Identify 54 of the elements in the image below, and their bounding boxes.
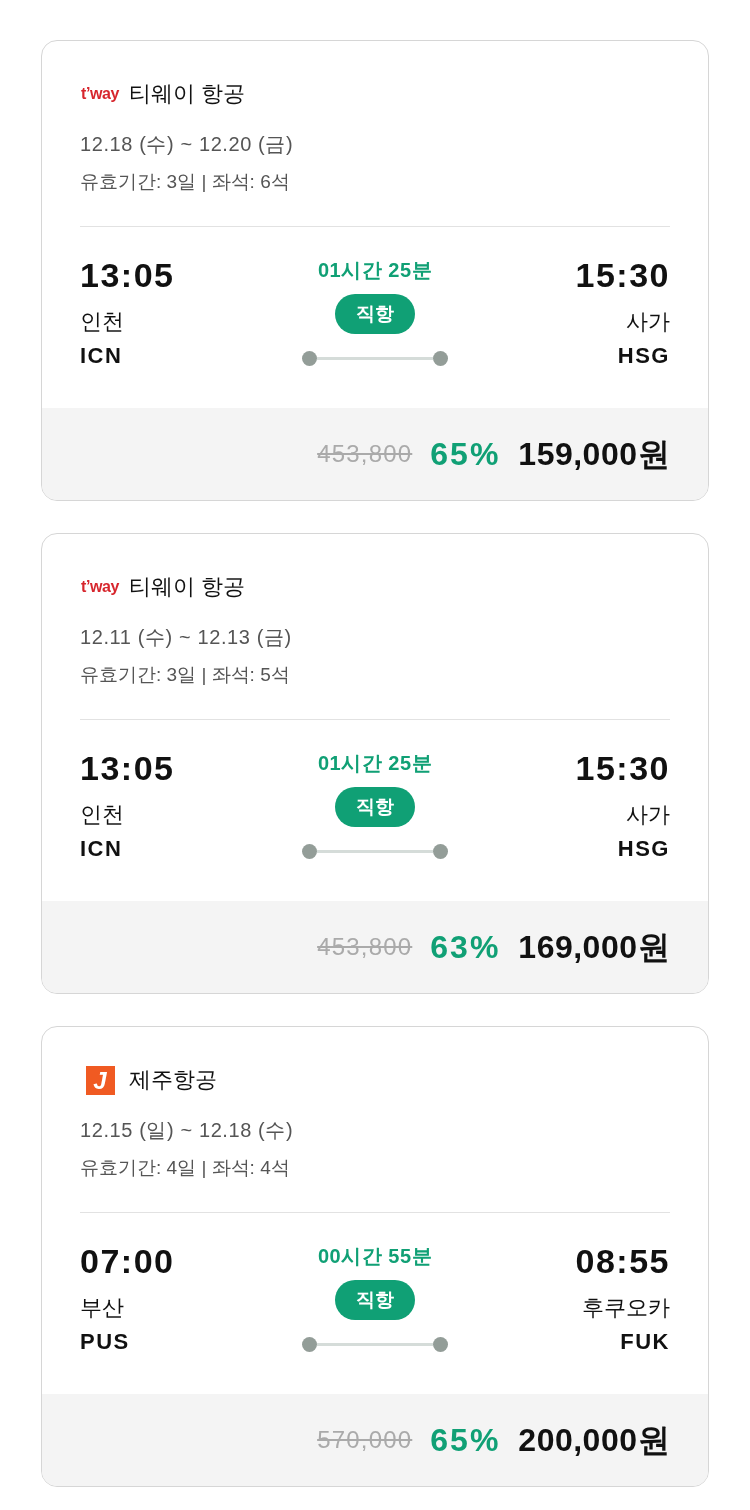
direct-flight-badge: 직항: [335, 1280, 415, 1320]
airport-code-text: HSG: [617, 835, 670, 863]
flight-card[interactable]: J 제주항공 12.15 (일) ~ 12.18 (수) 유효기간: 4일 | 좌석: 4석 07:00 부산 PUS 00시간 55분 직항 08:55 후쿠오카 FUK 570,000 65% 200,000원: [41, 1026, 709, 1487]
flight-card[interactable]: t’way 티웨이 항공 12.11 (수) ~ 12.13 (금) 유효기간: 3일 | 좌석: 5석 13:05 인천 ICN 01시간 25분 직항 15:30 사가 HSG 453,800 63% 169,000원: [41, 533, 709, 994]
stop-dot-icon: [433, 351, 448, 366]
price-text: 159,000원: [518, 435, 670, 474]
price-text: 169,000원: [518, 928, 670, 967]
time-text: 15:30: [575, 255, 670, 295]
price-text: 200,000원: [518, 1421, 670, 1460]
time-text: 15:30: [575, 748, 670, 788]
airline-logo: J: [85, 1065, 115, 1095]
airline-logo: t’way: [81, 577, 119, 597]
duration-text: 01시간 25분: [317, 258, 433, 283]
stop-dot-icon: [433, 1337, 448, 1352]
airline-logo: t’way: [81, 84, 119, 104]
duration-text: 01시간 25분: [317, 751, 433, 776]
city-text: 사가: [626, 801, 670, 829]
original-price-text: 453,800: [317, 439, 413, 469]
airport-code-text: PUS: [80, 1328, 130, 1356]
flight-card[interactable]: t’way 티웨이 항공 12.18 (수) ~ 12.20 (금) 유효기간: 3일 | 좌석: 6석 13:05 인천 ICN 01시간 25분 직항 15:30 사가 HSG 453,800 65% 159,000원: [41, 40, 709, 501]
direct-flight-badge: 직항: [335, 787, 415, 827]
stop-dot-icon: [302, 1337, 317, 1352]
city-text: 사가: [626, 308, 670, 336]
direct-flight-badge: 직항: [335, 294, 415, 334]
validity-seats-text: 유효기간: 4일 | 좌석: 4석: [80, 1156, 291, 1180]
validity-seats-text: 유효기간: 3일 | 좌석: 5석: [80, 663, 291, 687]
discount-text: 65%: [430, 1421, 501, 1460]
airline-name: 제주항공: [129, 1066, 217, 1094]
stop-dot-icon: [302, 844, 317, 859]
city-text: 인천: [80, 801, 124, 829]
discount-text: 65%: [430, 435, 501, 474]
date-range-text: 12.11 (수) ~ 12.13 (금): [80, 625, 293, 650]
airport-code-text: ICN: [80, 835, 123, 863]
city-text: 인천: [80, 308, 124, 336]
stop-dot-icon: [433, 844, 448, 859]
original-price-text: 570,000: [317, 1425, 413, 1455]
airport-code-text: FUK: [620, 1328, 670, 1356]
original-price-text: 453,800: [317, 932, 413, 962]
date-range-text: 12.18 (수) ~ 12.20 (금): [80, 132, 295, 157]
duration-text: 00시간 55분: [317, 1244, 433, 1269]
airline-name: 티웨이 항공: [129, 80, 246, 108]
time-text: 13:05: [80, 748, 175, 788]
time-text: 07:00: [80, 1241, 175, 1281]
time-text: 08:55: [575, 1241, 670, 1281]
airport-code-text: HSG: [617, 342, 670, 370]
city-text: 후쿠오카: [582, 1294, 670, 1322]
airline-name: 티웨이 항공: [129, 573, 246, 601]
stop-dot-icon: [302, 351, 317, 366]
airport-code-text: ICN: [80, 342, 123, 370]
time-text: 13:05: [80, 255, 175, 295]
date-range-text: 12.15 (일) ~ 12.18 (수): [80, 1118, 295, 1143]
discount-text: 63%: [430, 928, 501, 967]
validity-seats-text: 유효기간: 3일 | 좌석: 6석: [80, 170, 291, 194]
city-text: 부산: [80, 1294, 124, 1322]
